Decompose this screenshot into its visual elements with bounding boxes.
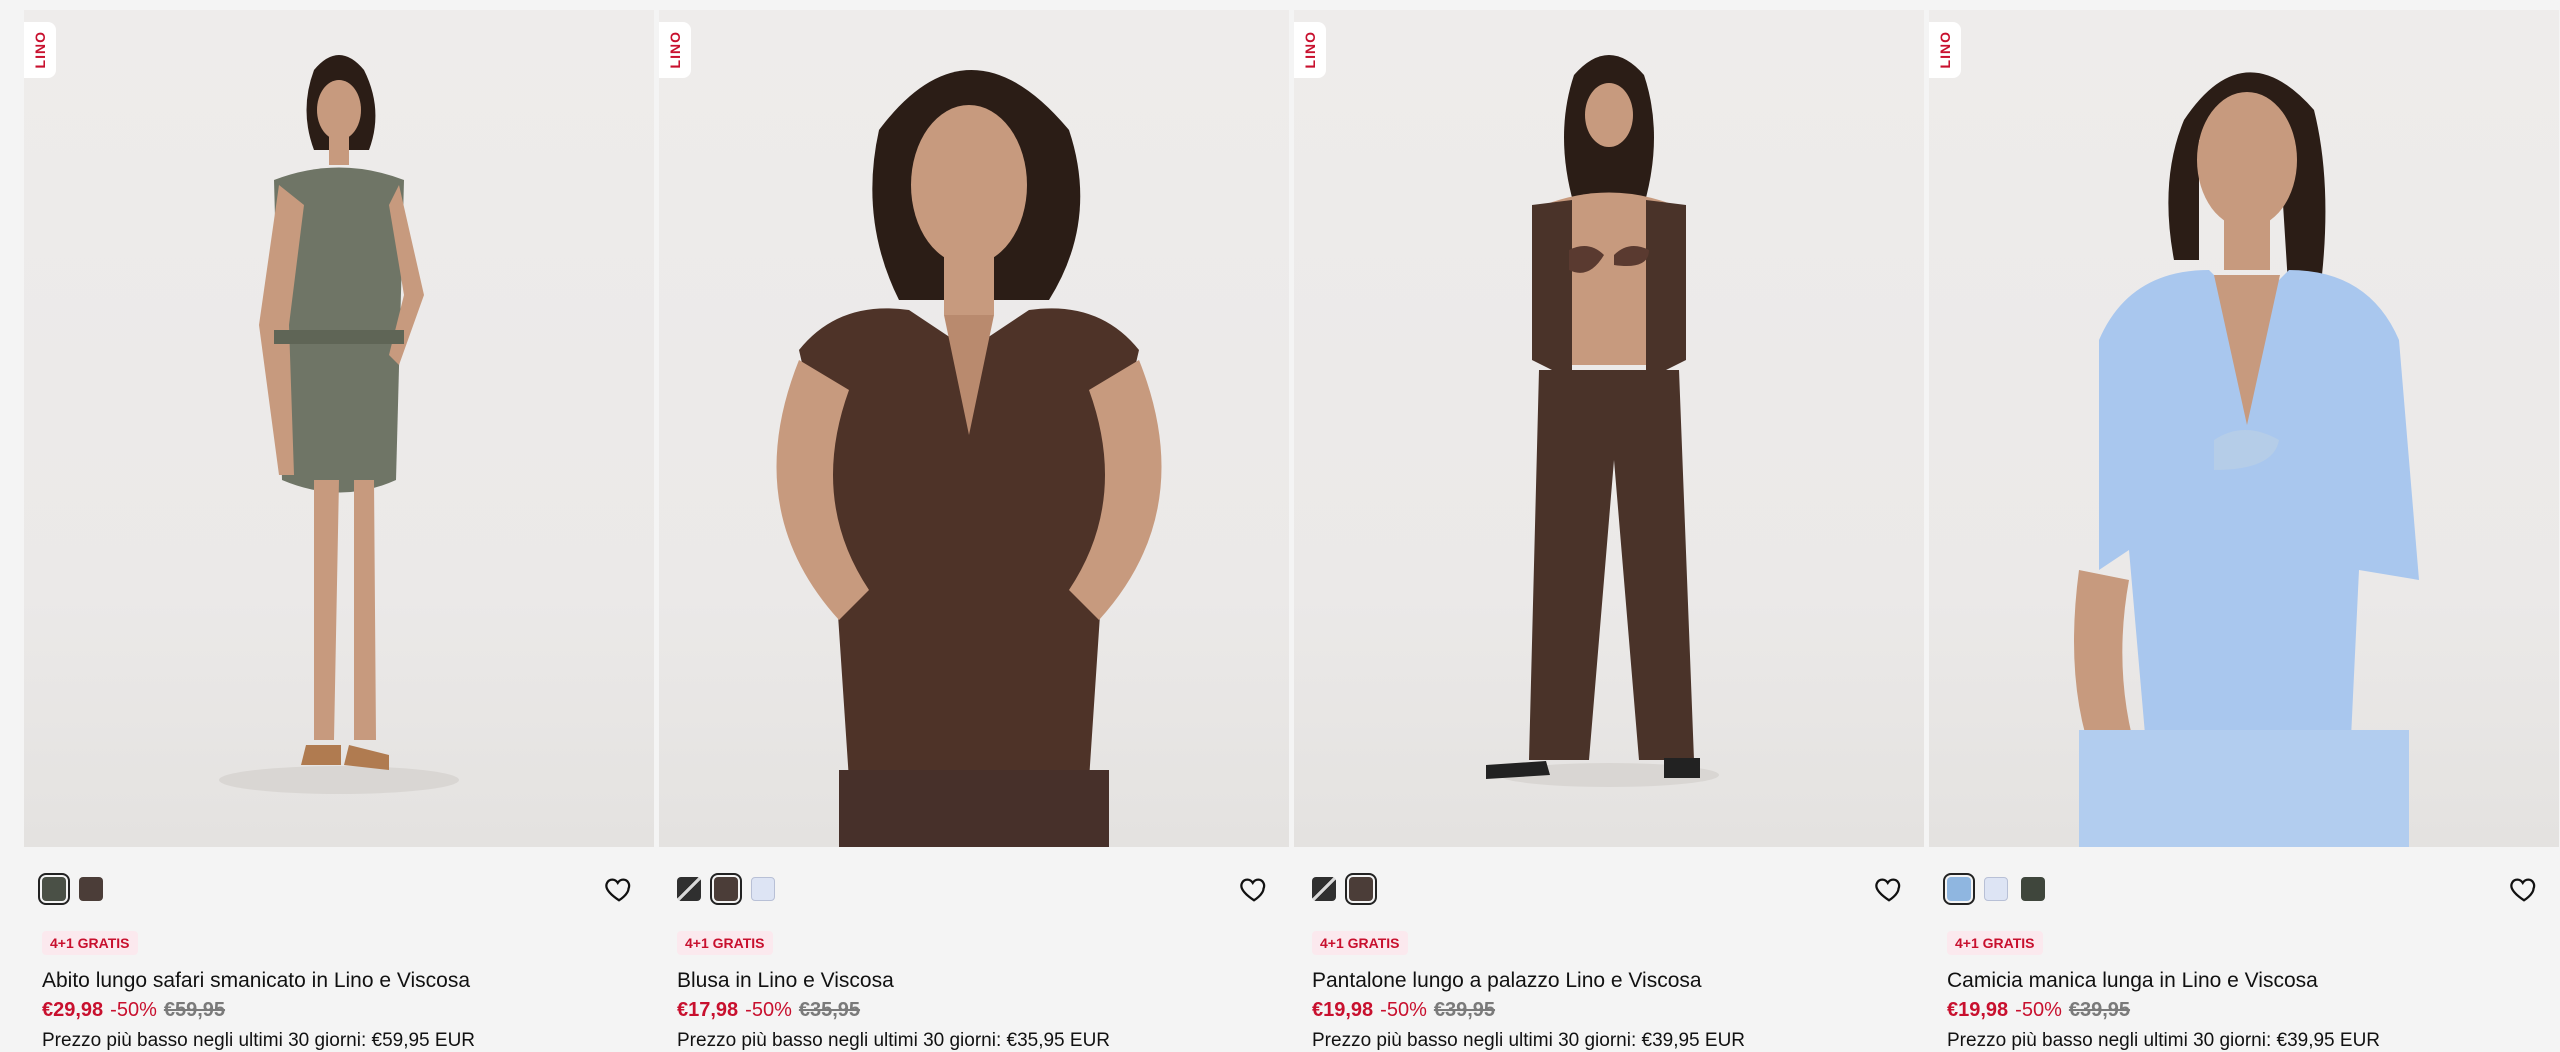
belt: [274, 330, 404, 344]
color-selector: [1929, 847, 2559, 907]
current-price: €17,98: [677, 999, 739, 1021]
promo-badge: 4+1 GRATIS: [1947, 931, 2043, 955]
garment-trousers: [1529, 370, 1694, 760]
swatch-list: [1312, 873, 1377, 905]
product-grid: LINO 4+1 GRATIS Abito lungo safari smani…: [24, 10, 2559, 1052]
color-swatch[interactable]: [79, 877, 103, 901]
discount-percent: -50%: [2015, 999, 2062, 1021]
face: [317, 80, 361, 140]
product-card[interactable]: LINO 4+1 GRATIS Abito lungo safari smani…: [24, 10, 654, 1052]
heart-outline-icon[interactable]: [1239, 874, 1269, 904]
material-tag-label: LINO: [32, 31, 48, 69]
current-price: €29,98: [42, 999, 104, 1021]
trousers: [839, 770, 1109, 847]
product-image[interactable]: LINO: [24, 10, 654, 847]
heart-outline-icon[interactable]: [604, 874, 634, 904]
promo-badge: 4+1 GRATIS: [1312, 931, 1408, 955]
color-selector: [24, 847, 654, 907]
product-image[interactable]: LINO: [659, 10, 1289, 847]
discount-percent: -50%: [110, 999, 157, 1021]
original-price: €59,95: [163, 999, 226, 1021]
original-price: €39,95: [2068, 999, 2131, 1021]
product-info: 4+1 GRATIS Blusa in Lino e Viscosa €17,9…: [659, 907, 1289, 1052]
material-tag-label: LINO: [1302, 31, 1318, 69]
color-swatch[interactable]: [38, 873, 70, 905]
color-swatch[interactable]: [1312, 877, 1336, 901]
neck: [944, 255, 994, 315]
price-row: €19,98 -50% €39,95: [1312, 999, 1906, 1022]
product-info: 4+1 GRATIS Camicia manica lunga in Lino …: [1929, 907, 2559, 1052]
material-tag: LINO: [24, 22, 56, 78]
color-swatch[interactable]: [751, 877, 775, 901]
face: [911, 105, 1027, 265]
color-swatch[interactable]: [710, 873, 742, 905]
heart-outline-icon[interactable]: [2509, 874, 2539, 904]
neck: [329, 135, 349, 165]
model-illustration: [1486, 55, 1719, 787]
color-swatch[interactable]: [1345, 873, 1377, 905]
lowest-price-note: Prezzo più basso negli ultimi 30 giorni:…: [1312, 1030, 1746, 1051]
product-name[interactable]: Abito lungo safari smanicato in Lino e V…: [42, 969, 636, 993]
lowest-price-note: Prezzo più basso negli ultimi 30 giorni:…: [42, 1030, 476, 1051]
lowest-price-note: Prezzo più basso negli ultimi 30 giorni:…: [677, 1030, 1111, 1051]
color-selector: [1294, 847, 1924, 907]
model-illustration: [219, 55, 459, 794]
face: [2197, 92, 2297, 228]
current-price: €19,98: [1312, 999, 1374, 1021]
color-swatch[interactable]: [2021, 877, 2045, 901]
heart-outline-icon[interactable]: [1874, 874, 1904, 904]
product-card[interactable]: LINO 4+1 GRATIS Camicia manica lunga in …: [1929, 10, 2559, 1052]
color-swatch[interactable]: [1943, 873, 1975, 905]
product-name[interactable]: Camicia manica lunga in Lino e Viscosa: [1947, 969, 2541, 993]
legs: [314, 480, 376, 740]
original-price: €39,95: [1433, 999, 1496, 1021]
material-tag-label: LINO: [667, 31, 683, 69]
product-name[interactable]: Pantalone lungo a palazzo Lino e Viscosa: [1312, 969, 1906, 993]
color-selector: [659, 847, 1289, 907]
discount-percent: -50%: [745, 999, 792, 1021]
original-price: €35,95: [798, 999, 861, 1021]
product-name[interactable]: Blusa in Lino e Viscosa: [677, 969, 1271, 993]
discount-percent: -50%: [1380, 999, 1427, 1021]
model-illustration: [776, 70, 1162, 847]
product-info: 4+1 GRATIS Abito lungo safari smanicato …: [24, 907, 654, 1052]
price-row: €29,98 -50% €59,95: [42, 999, 636, 1022]
product-card[interactable]: LINO 4+1 GRATIS Blusa in Lino e Viscosa …: [659, 10, 1289, 1052]
promo-badge: 4+1 GRATIS: [42, 931, 138, 955]
product-image[interactable]: LINO: [1929, 10, 2559, 847]
color-swatch[interactable]: [677, 877, 701, 901]
swatch-list: [38, 873, 103, 905]
material-tag: LINO: [1294, 22, 1326, 78]
material-tag-label: LINO: [1937, 31, 1953, 69]
color-swatch[interactable]: [1984, 877, 2008, 901]
neck: [2224, 220, 2270, 270]
product-card[interactable]: LINO 4+1 GRATIS Pantalone lungo a palazz…: [1294, 10, 1924, 1052]
material-tag: LINO: [659, 22, 691, 78]
garment-trousers: [2079, 730, 2409, 847]
face: [1585, 83, 1633, 147]
price-row: €17,98 -50% €35,95: [677, 999, 1271, 1022]
swatch-list: [677, 873, 775, 905]
price-row: €19,98 -50% €39,95: [1947, 999, 2541, 1022]
swatch-list: [1943, 873, 2045, 905]
product-info: 4+1 GRATIS Pantalone lungo a palazzo Lin…: [1294, 907, 1924, 1052]
floor-shadow: [219, 766, 459, 794]
lowest-price-note: Prezzo più basso negli ultimi 30 giorni:…: [1947, 1030, 2381, 1051]
material-tag: LINO: [1929, 22, 1961, 78]
model-illustration: [2074, 72, 2419, 847]
current-price: €19,98: [1947, 999, 2009, 1021]
product-image[interactable]: LINO: [1294, 10, 1924, 847]
promo-badge: 4+1 GRATIS: [677, 931, 773, 955]
